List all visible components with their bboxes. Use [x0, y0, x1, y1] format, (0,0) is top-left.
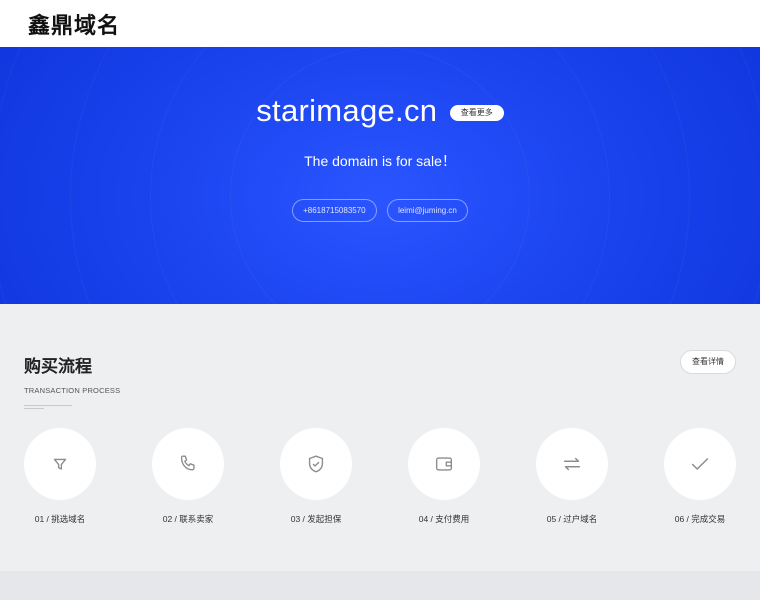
step-circle[interactable]	[408, 428, 480, 500]
section-subtitle: TRANSACTION PROCESS	[24, 386, 121, 395]
view-more-button[interactable]: 查看更多	[449, 105, 504, 121]
footer-strip	[0, 571, 760, 600]
process-step-transfer: 05 / 过户域名	[532, 428, 612, 525]
phone-icon	[180, 455, 195, 471]
view-details-button[interactable]: 查看详情	[680, 350, 736, 374]
step-label: 05 / 过户域名	[546, 514, 598, 524]
phone-contact-button[interactable]: +8618715083570	[292, 199, 377, 222]
process-step-select: 01 / 挑选域名	[20, 428, 100, 525]
wallet-icon	[435, 457, 453, 471]
step-label: 02 / 联系卖家	[162, 514, 214, 524]
step-label: 04 / 支付费用	[418, 514, 470, 524]
for-sale-text: The domain is for sale！	[304, 153, 456, 169]
step-circle[interactable]	[664, 428, 736, 500]
process-step-complete: 06 / 完成交易	[660, 428, 740, 525]
hero-ring-decoration	[0, 47, 760, 304]
filter-icon	[53, 458, 67, 470]
domain-name: starimage.cn	[256, 93, 438, 128]
transfer-arrows-icon	[563, 457, 581, 471]
step-label: 06 / 完成交易	[674, 514, 726, 524]
contact-row: +8618715083570 leimi@juming.cn	[0, 199, 760, 222]
process-step-escrow: 03 / 发起担保	[276, 428, 356, 525]
process-step-payment: 04 / 支付费用	[404, 428, 484, 525]
step-circle[interactable]	[536, 428, 608, 500]
step-circle[interactable]	[152, 428, 224, 500]
top-bar: 鑫鼎域名	[0, 0, 760, 47]
shield-check-icon	[308, 455, 324, 473]
email-contact-button[interactable]: leimi@juming.cn	[387, 199, 468, 222]
step-circle[interactable]	[24, 428, 96, 500]
hero-banner: starimage.cn 查看更多 The domain is for sale…	[0, 47, 760, 304]
step-circle[interactable]	[280, 428, 352, 500]
domain-row: starimage.cn 查看更多	[0, 93, 760, 129]
purchase-process-section: 购买流程 TRANSACTION PROCESS 查看详情 01 / 挑选域名 …	[0, 304, 760, 571]
site-logo[interactable]: 鑫鼎域名	[28, 8, 120, 40]
checkmark-icon	[691, 458, 709, 470]
title-underline-decoration	[24, 405, 72, 411]
step-label: 03 / 发起担保	[290, 514, 342, 524]
step-label: 01 / 挑选域名	[34, 514, 86, 524]
process-step-contact: 02 / 联系卖家	[148, 428, 228, 525]
section-title: 购买流程	[24, 357, 92, 376]
